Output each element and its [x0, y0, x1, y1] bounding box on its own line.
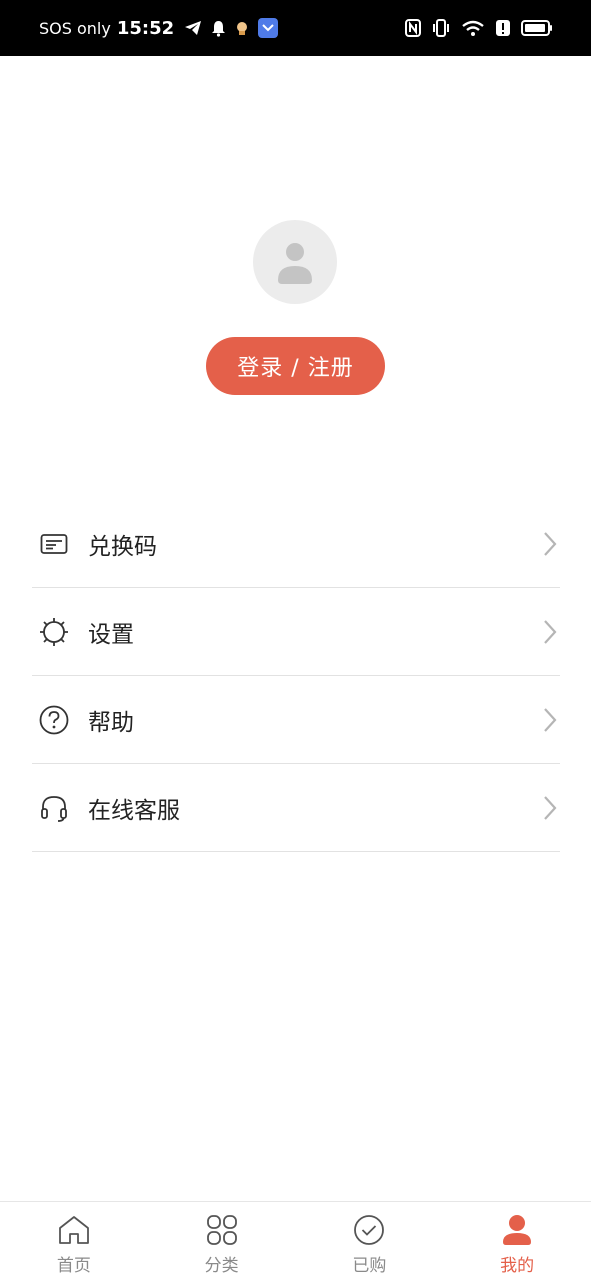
category-icon	[205, 1213, 239, 1247]
notification-icons	[184, 18, 279, 38]
home-icon	[57, 1213, 91, 1247]
headset-icon	[38, 792, 70, 824]
status-left: SOS only 15:52	[39, 17, 279, 39]
battery-icon	[521, 19, 553, 37]
chevron-right-icon	[544, 620, 557, 644]
chevron-right-icon	[544, 532, 557, 556]
menu-item-settings[interactable]: 设置	[32, 588, 560, 676]
help-icon	[38, 704, 70, 736]
menu-item-label: 帮助	[88, 709, 134, 736]
vibrate-icon	[431, 19, 451, 37]
chevron-right-icon	[544, 796, 557, 820]
bottom-tab-bar: 首页 分类 已购 我的	[0, 1201, 591, 1280]
alert-icon	[495, 19, 511, 37]
avatar[interactable]	[253, 220, 337, 304]
nfc-icon	[405, 19, 421, 37]
tab-label: 首页	[56, 1256, 91, 1276]
purchased-icon	[352, 1213, 386, 1247]
tab-label: 我的	[500, 1256, 535, 1276]
system-icons	[405, 19, 553, 37]
settings-icon	[38, 616, 70, 648]
tab-home[interactable]: 首页	[0, 1202, 148, 1280]
wifi-icon	[461, 19, 485, 37]
emoji-icon	[235, 20, 249, 36]
telegram-icon	[184, 20, 202, 36]
menu-item-label: 兑换码	[88, 533, 157, 560]
menu-item-customer-service[interactable]: 在线客服	[32, 764, 560, 852]
menu-item-redeem-code[interactable]: 兑换码	[32, 500, 560, 588]
status-time: 15:52	[116, 17, 175, 39]
tab-category[interactable]: 分类	[148, 1202, 296, 1280]
tab-profile[interactable]: 我的	[443, 1202, 591, 1280]
menu-item-help[interactable]: 帮助	[32, 676, 560, 764]
status-bar: SOS only 15:52	[0, 0, 591, 56]
chevron-right-icon	[544, 708, 557, 732]
login-register-button[interactable]: 登录 / 注册	[206, 337, 385, 395]
tab-purchased[interactable]: 已购	[296, 1202, 444, 1280]
profile-icon	[500, 1213, 534, 1247]
profile-header: 登录 / 注册	[0, 56, 591, 476]
tab-label: 分类	[204, 1256, 239, 1276]
settings-menu: 兑换码 设置 帮助 在线客服	[32, 500, 560, 852]
redeem-card-icon	[38, 528, 70, 560]
menu-item-label: 在线客服	[88, 797, 180, 824]
avatar-placeholder-icon	[278, 243, 312, 284]
app-icon	[258, 18, 279, 38]
bell-icon	[211, 20, 226, 37]
carrier-label: SOS only	[39, 18, 111, 38]
menu-item-label: 设置	[88, 621, 134, 648]
tab-label: 已购	[352, 1256, 387, 1276]
